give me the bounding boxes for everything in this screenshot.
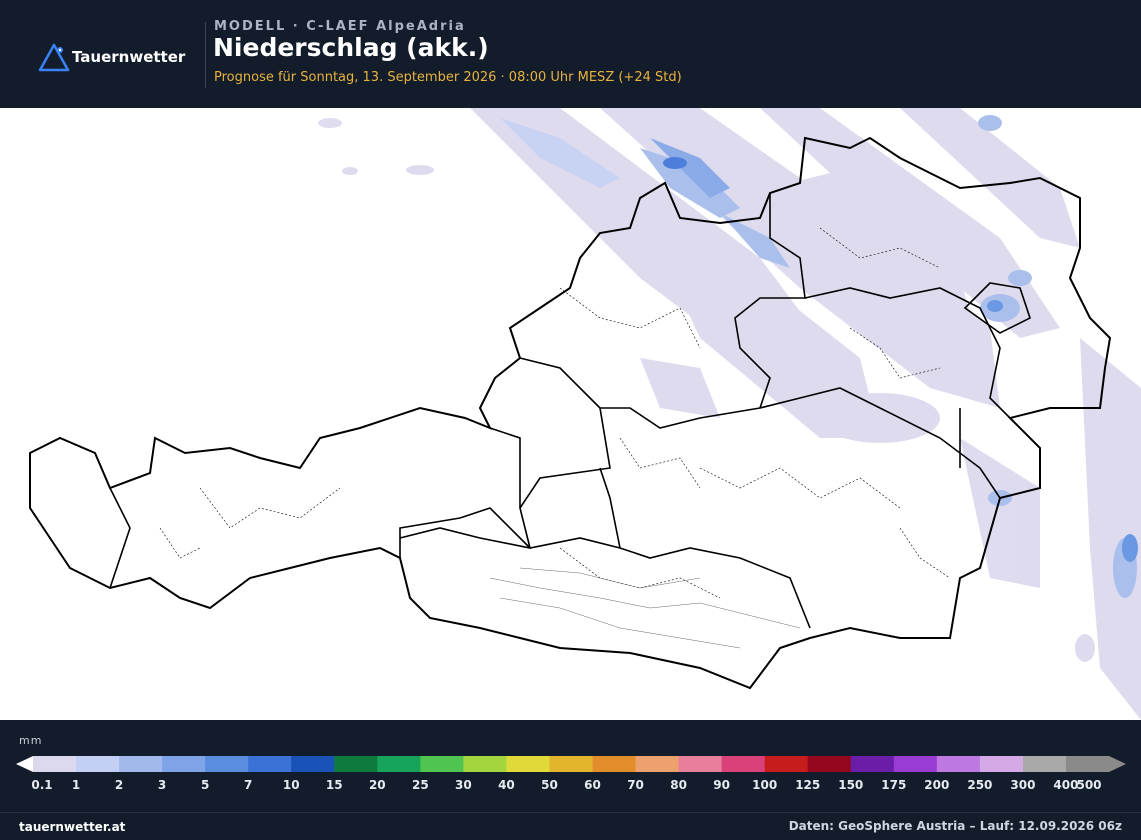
legend-tick-label: 7 [244,778,253,792]
legend-swatch [807,756,852,772]
page-title: Niederschlag (akk.) [213,33,489,62]
legend-tick-label: 80 [670,778,687,792]
legend-swatch [506,756,550,772]
legend-tick-label: 175 [881,778,907,792]
legend-ticks: 0.1 1 2 3 5 7 10 15 20 25 30 40 50 60 70 80 90 100 125 150 1… [0,778,1141,794]
legend-tick-label: 60 [584,778,601,792]
legend-swatch [549,756,594,772]
legend-swatch [377,756,421,772]
legend-tick-label: 500 [1076,778,1102,792]
legend-colorbar [16,756,1126,772]
legend-unit: mm [19,734,43,747]
legend-swatch [592,756,637,772]
legend-swatch [721,756,766,772]
precipitation-overlay [318,108,1141,720]
map-svg [29,108,1141,720]
legend-tick-label: 0.1 [31,778,53,792]
forecast-subtitle: Prognose für Sonntag, 13. September 2026… [214,70,682,85]
legend-swatch [291,756,335,772]
model-label: MODELL · C-LAEF AlpeAdria [214,19,466,34]
legend-tick-label: 5 [200,778,210,792]
legend-swatch [420,756,464,772]
legend-tick-label: 20 [368,778,386,792]
legend-swatch [119,756,163,772]
header-divider [205,22,206,88]
legend-swatch [979,756,1024,772]
legend-arrow-left [16,756,33,772]
legend-tick-label: 125 [795,778,821,792]
logo[interactable]: Tauernwetter [38,42,185,72]
legend-swatch [764,756,809,772]
legend-tick-label: 3 [157,778,167,792]
header: Tauernwetter MODELL · C-LAEF AlpeAdria N… [0,0,1141,108]
legend-swatch [850,756,895,772]
legend-tick-label: 300 [1010,778,1036,792]
data-source: Daten: GeoSphere Austria – Lauf: 12.09.2… [788,819,1122,833]
legend-tick-label: 150 [838,778,864,792]
legend-swatch [334,756,378,772]
legend-tick-label: 200 [924,778,950,792]
footer: tauernwetter.at Daten: GeoSphere Austria… [0,812,1141,840]
legend-swatch [893,756,938,772]
legend-swatch [162,756,206,772]
triangle-logo-icon [38,43,70,72]
legend: mm 0.1 1 2 3 5 7 10 15 20 25 30 40 50 60 70 80 90 100 125 1… [0,720,1141,812]
legend-swatch [463,756,507,772]
legend-swatch [248,756,292,772]
legend-arrow-right [1109,756,1126,772]
legend-swatch [1065,756,1110,772]
legend-tick-label: 90 [713,778,730,792]
rivers [489,567,801,649]
legend-tick-label: 30 [455,778,472,792]
legend-tick-label: 2 [114,778,124,792]
legend-swatch [33,756,77,772]
legend-tick-label: 1 [71,778,81,792]
precipitation-map[interactable] [0,108,1141,720]
legend-tick-label: 40 [498,778,515,792]
legend-swatch [936,756,981,772]
site-link[interactable]: tauernwetter.at [19,820,125,834]
legend-swatch [205,756,249,772]
legend-tick-label: 25 [412,778,429,792]
legend-tick-label: 10 [282,778,300,792]
legend-tick-label: 15 [325,778,343,792]
legend-tick-label: 50 [541,778,558,792]
legend-tick-label: 100 [752,778,778,792]
legend-swatch [1022,756,1067,772]
legend-tick-label: 250 [967,778,993,792]
legend-tick-label: 70 [627,778,644,792]
legend-swatch [76,756,120,772]
legend-tick-label: 400 [1053,778,1079,792]
legend-swatch [678,756,723,772]
legend-swatch [635,756,680,772]
logo-text: Tauernwetter [72,48,186,66]
